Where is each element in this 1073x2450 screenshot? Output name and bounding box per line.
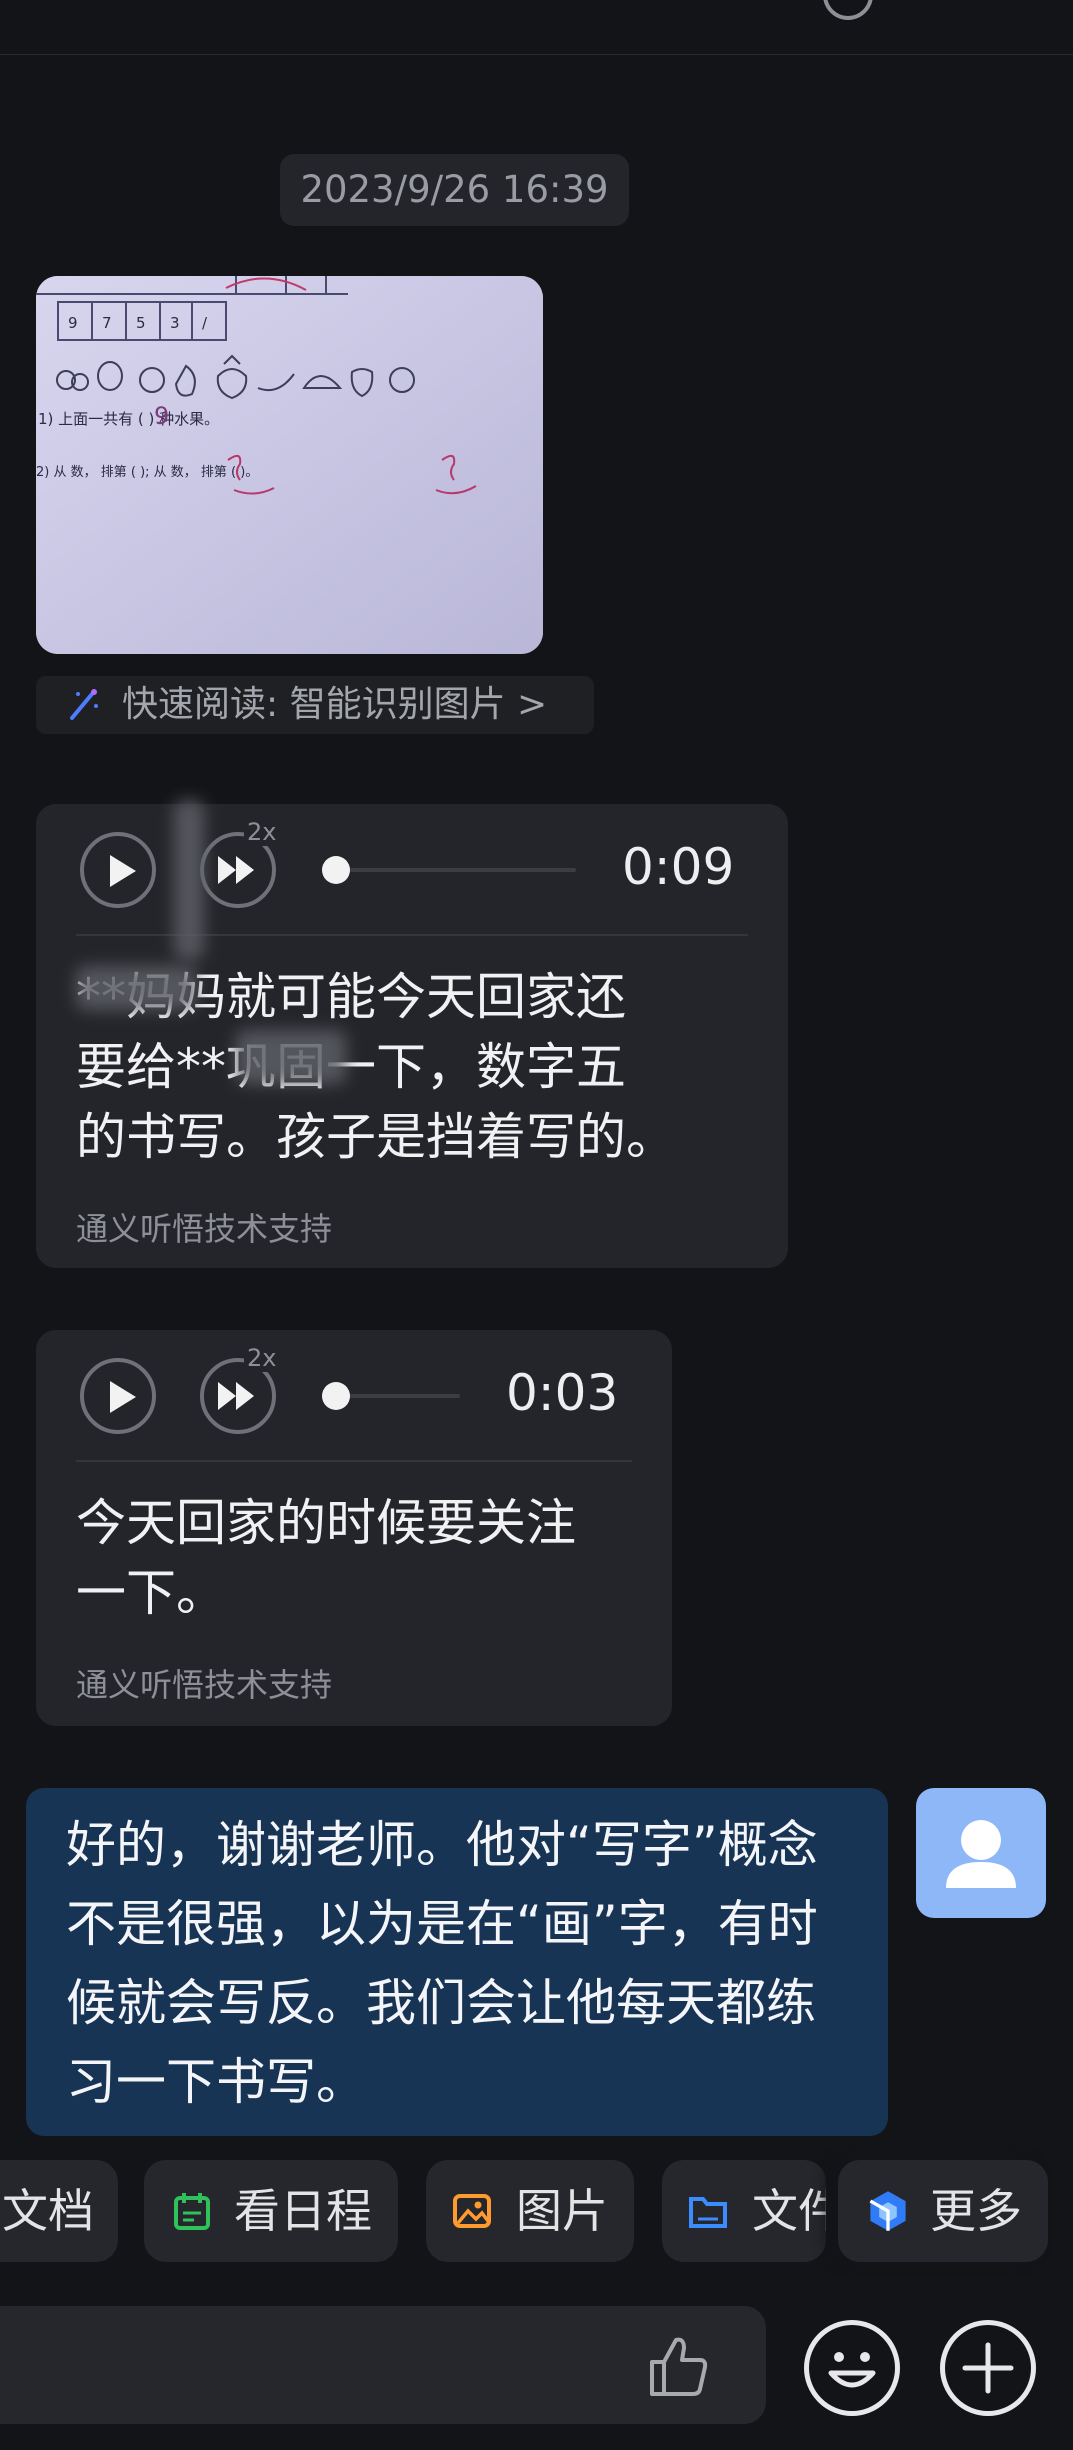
quick-action-label: 文件: [752, 2184, 826, 2238]
audio-progress-knob[interactable]: [322, 856, 350, 884]
audio-player: 2x 0:03: [36, 1330, 672, 1460]
audio-progress-track[interactable]: [336, 1394, 460, 1398]
transcript-line: 今天回家的时候要关注: [76, 1494, 576, 1552]
quick-action-label: 文档: [2, 2184, 94, 2238]
speed-label: 2x: [244, 1344, 280, 1372]
play-button[interactable]: [80, 832, 156, 908]
transcription-credit: 通义听悟技术支持: [76, 1666, 333, 1704]
message-line: 候就会写反。我们会让他每天都练: [66, 1974, 816, 2032]
audio-duration: 0:03: [506, 1364, 619, 1422]
emoji-icon: [828, 2352, 876, 2388]
message-input[interactable]: [0, 2306, 766, 2424]
user-status-icon[interactable]: [823, 0, 873, 20]
message-line: 不是很强，以为是在“画”字，有时: [66, 1895, 818, 1953]
quick-action-label: 更多: [930, 2184, 1022, 2238]
plus-button[interactable]: [940, 2320, 1036, 2416]
transcript-line: 一下。: [76, 1564, 226, 1622]
message-line: 习一下书写。: [66, 2053, 366, 2111]
homework-photo-drawing: 9 7 5 3 / 1) 上面一共有 ( ) 种水果。 9 2) 从 数， 排第…: [36, 276, 543, 654]
quick-read-link[interactable]: 快速阅读: 智能识别图片 >: [36, 676, 594, 734]
quick-read-label: 快速阅读: 智能识别图片 >: [122, 684, 548, 725]
avatar[interactable]: [916, 1788, 1046, 1918]
my-message-bubble[interactable]: 好的，谢谢老师。他对“写字”概念 不是很强，以为是在“画”字，有时 候就会写反。…: [26, 1788, 888, 2136]
quick-action-file[interactable]: 文件: [662, 2160, 826, 2262]
quick-action-calendar[interactable]: 看日程: [144, 2160, 398, 2262]
quick-action-document[interactable]: 文档: [0, 2160, 118, 2262]
speed-label: 2x: [244, 818, 280, 846]
fast-forward-icon: [218, 1382, 254, 1410]
transcript-line: 的书写。孩子是挡着写的。: [76, 1108, 676, 1166]
redaction-blur: [236, 1030, 346, 1084]
quick-action-image[interactable]: 图片: [426, 2160, 634, 2262]
divider: [76, 1460, 632, 1462]
audio-progress-knob[interactable]: [322, 1382, 350, 1410]
redaction-blur: [76, 966, 196, 1010]
more-icon: [869, 2191, 906, 2231]
audio-duration: 0:09: [622, 838, 735, 896]
audio-progress-track[interactable]: [336, 868, 576, 872]
homework-photo[interactable]: 9 7 5 3 / 1) 上面一共有 ( ) 种水果。 9 2) 从 数， 排第…: [36, 276, 543, 654]
magic-wand-icon: [70, 689, 98, 720]
transcript-line: 要给**巩固一下，数字五: [76, 1038, 626, 1096]
user-avatar-icon: [946, 1820, 1016, 1888]
answer-1: 9: [154, 402, 169, 430]
play-button[interactable]: [80, 1358, 156, 1434]
quick-action-label: 图片: [516, 2184, 608, 2238]
voice-transcript: 今天回家的时候要关注 一下。: [76, 1488, 636, 1628]
folder-icon: [689, 2197, 727, 2228]
plus-icon: [962, 2342, 1014, 2394]
grid-value: 3: [170, 314, 180, 332]
quick-action-bar: 文档 看日程 图片 文件 更多: [0, 2160, 1073, 2262]
transcription-credit: 通义听悟技术支持: [76, 1210, 333, 1248]
grid-value: 7: [102, 314, 112, 332]
thumbs-up-icon[interactable]: [644, 2332, 714, 2402]
quick-action-label: 看日程: [234, 2184, 372, 2238]
question-1: 1) 上面一共有 ( ) 种水果。: [38, 410, 219, 428]
quick-action-more[interactable]: 更多: [838, 2160, 1048, 2262]
voice-message[interactable]: 2x 0:03 今天回家的时候要关注 一下。 通义听悟技术支持: [36, 1330, 672, 1726]
emoji-button[interactable]: [804, 2320, 900, 2416]
message-line: 好的，谢谢老师。他对“写字”概念: [66, 1816, 818, 1874]
image-icon: [453, 2194, 491, 2228]
fast-forward-icon: [218, 856, 254, 884]
redaction-blur: [174, 800, 204, 960]
message-timestamp: 2023/9/26 16:39: [280, 154, 629, 226]
audio-player: 2x 0:09: [36, 804, 788, 934]
question-2: 2) 从 数， 排第 ( ); 从 数， 排第 ( )。: [36, 465, 258, 480]
grid-value: 9: [68, 314, 78, 332]
grid-value: 5: [136, 314, 146, 332]
voice-message[interactable]: 2x 0:09 **妈妈就可能今天回家还 要给**巩固一下，数字五 的书写。孩子…: [36, 804, 788, 1268]
my-message-text: 好的，谢谢老师。他对“写字”概念 不是很强，以为是在“画”字，有时 候就会写反。…: [66, 1806, 866, 2122]
top-bar: [0, 0, 1073, 55]
calendar-icon: [174, 2193, 210, 2230]
